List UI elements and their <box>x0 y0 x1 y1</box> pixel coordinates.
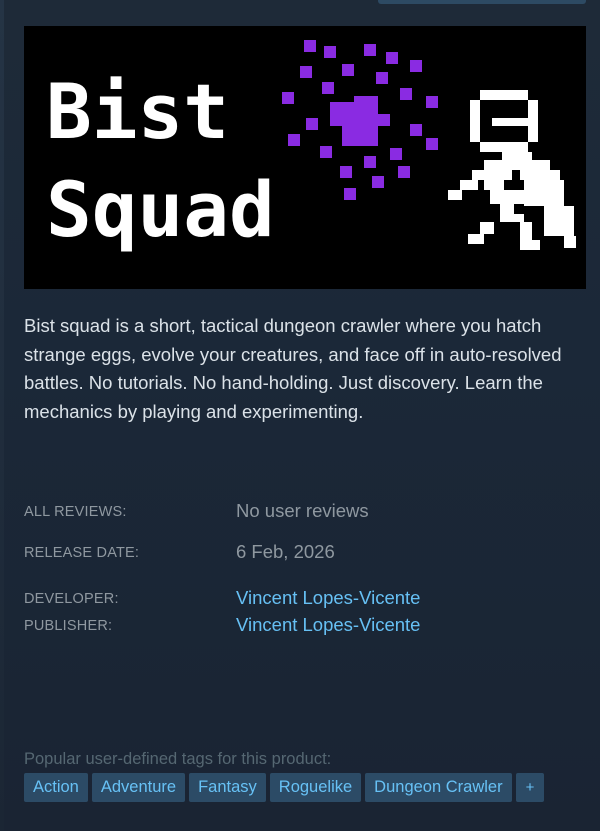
publisher-row: PUBLISHER: Vincent Lopes-Vicente <box>24 614 584 638</box>
publisher-label: PUBLISHER: <box>24 618 113 634</box>
game-description: Bist squad is a short, tactical dungeon … <box>24 315 562 422</box>
tags-header: Popular user-defined tags for this produ… <box>24 750 332 768</box>
tag-roguelike[interactable]: Roguelike <box>269 773 362 802</box>
release-date-label: RELEASE DATE: <box>24 545 140 561</box>
more-tags-button[interactable]: + <box>515 773 545 802</box>
tag-list: Action Adventure Fantasy Roguelike Dunge… <box>24 773 545 802</box>
developer-row: DEVELOPER: Vincent Lopes-Vicente <box>24 587 584 611</box>
publisher-link[interactable]: Vincent Lopes-Vicente <box>236 614 420 636</box>
top-tab-edge <box>378 0 586 4</box>
release-date-value: 6 Feb, 2026 <box>236 541 335 562</box>
game-capsule-image[interactable]: Bist Squad <box>24 26 586 289</box>
tag-dungeon-crawler[interactable]: Dungeon Crawler <box>365 773 512 802</box>
tag-fantasy[interactable]: Fantasy <box>189 773 266 802</box>
release-date-row: RELEASE DATE: 6 Feb, 2026 <box>24 541 584 565</box>
reviews-label: ALL REVIEWS: <box>24 504 127 520</box>
capsule-title-line2: Squad <box>46 165 275 254</box>
developer-link[interactable]: Vincent Lopes-Vicente <box>236 587 420 609</box>
reviews-value: No user reviews <box>236 500 369 521</box>
reviews-row: ALL REVIEWS: No user reviews <box>24 500 584 524</box>
capsule-title-line1: Bist <box>46 67 229 156</box>
tag-adventure[interactable]: Adventure <box>91 773 186 802</box>
left-edge-decoration <box>0 0 4 831</box>
capsule-artwork: Bist Squad <box>24 26 586 289</box>
developer-label: DEVELOPER: <box>24 591 119 607</box>
tag-action[interactable]: Action <box>24 773 88 802</box>
